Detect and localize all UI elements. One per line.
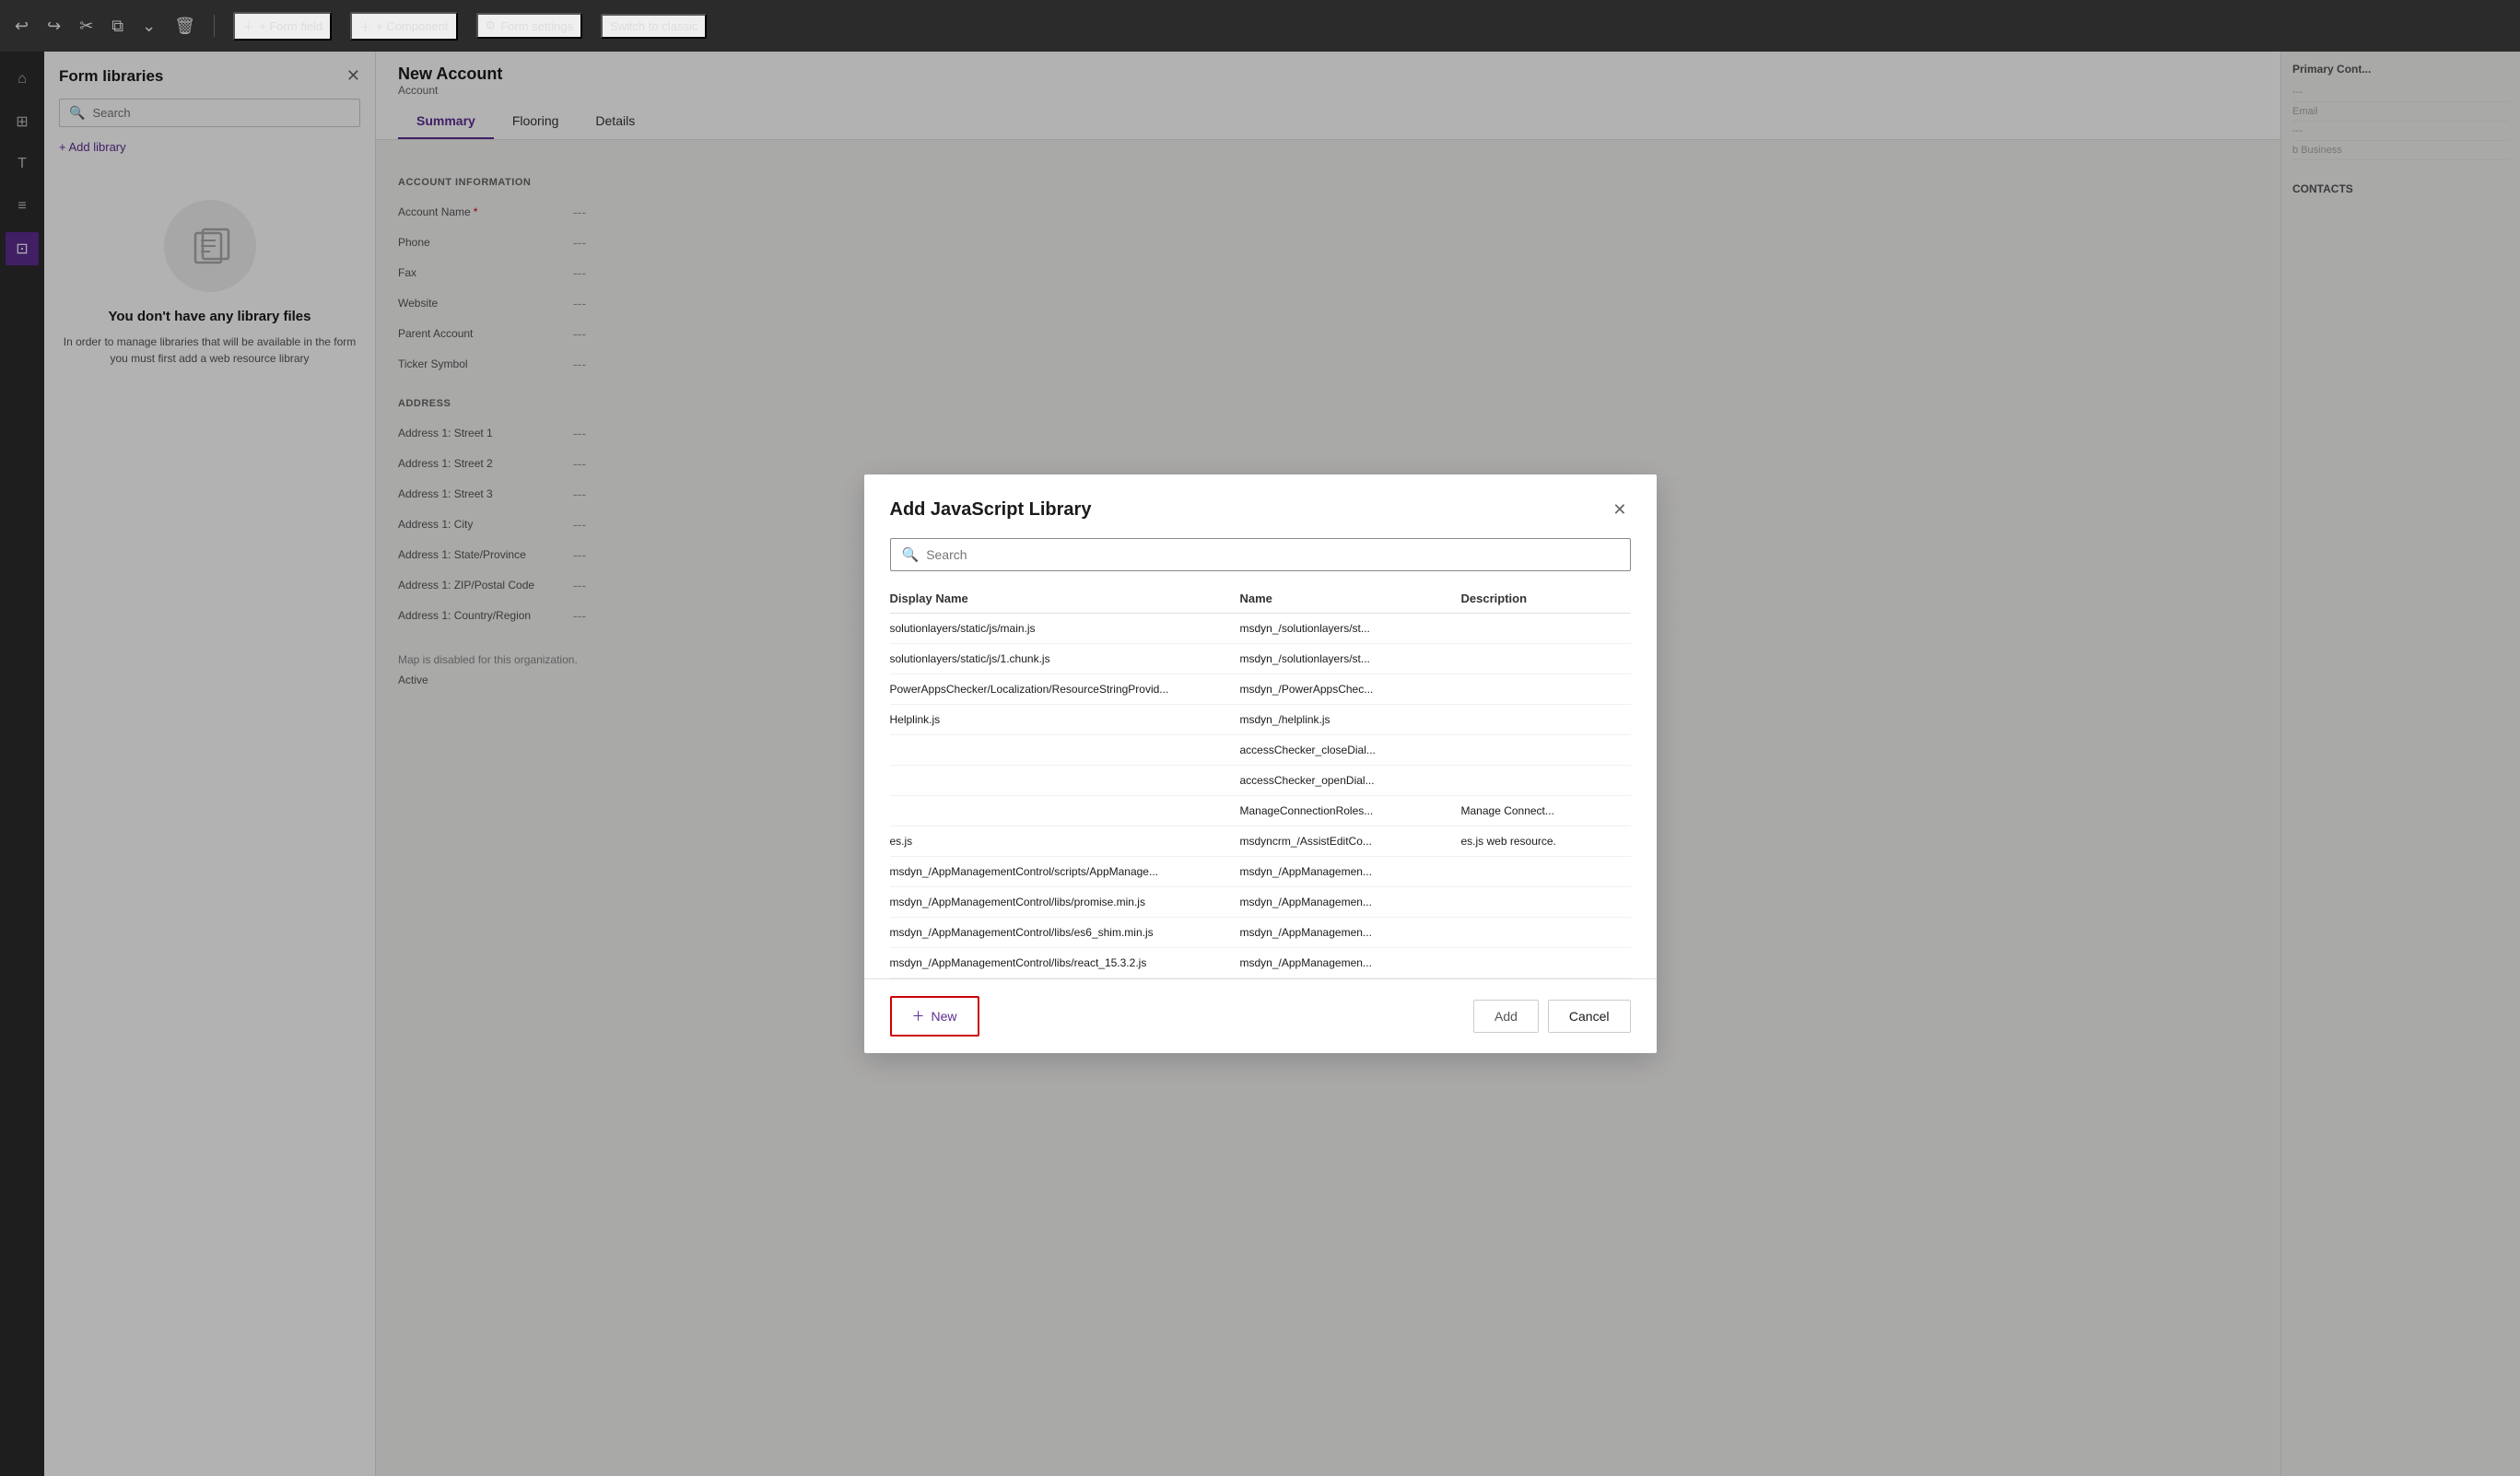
modal-title: Add JavaScript Library xyxy=(890,499,1092,521)
table-row[interactable]: msdyn_/AppManagementControl/libs/react_1… xyxy=(890,948,1631,978)
cancel-label: Cancel xyxy=(1569,1009,1610,1024)
cell-name: msdyn_/AppManagemen... xyxy=(1240,865,1461,878)
add-label: Add xyxy=(1494,1009,1518,1024)
cell-name: msdyn_/AppManagemen... xyxy=(1240,926,1461,939)
cell-display-name: PowerAppsChecker/Localization/ResourceSt… xyxy=(890,683,1240,696)
redo-icon[interactable]: ↪ xyxy=(47,17,61,36)
cell-description xyxy=(1461,865,1631,878)
add-button[interactable]: Add xyxy=(1473,1000,1539,1033)
new-button[interactable]: ＋ New xyxy=(890,996,979,1037)
arrow-down-icon[interactable]: ⌄ xyxy=(142,17,156,36)
plus-icon: ＋ xyxy=(242,18,254,35)
cell-display-name xyxy=(890,774,1240,787)
cell-display-name: msdyn_/AppManagementControl/libs/promise… xyxy=(890,896,1240,908)
cell-name: msdyn_/solutionlayers/st... xyxy=(1240,622,1461,635)
modal-overlay: Add JavaScript Library ✕ 🔍 Display Name … xyxy=(0,52,2520,1476)
cell-description xyxy=(1461,956,1631,969)
cell-display-name: msdyn_/AppManagementControl/libs/react_1… xyxy=(890,956,1240,969)
cell-name: msdyncrm_/AssistEditCo... xyxy=(1240,835,1461,848)
cell-display-name: es.js xyxy=(890,835,1240,848)
cell-name: msdyn_/AppManagemen... xyxy=(1240,956,1461,969)
modal-search-box[interactable]: 🔍 xyxy=(890,538,1631,571)
plus-icon-2: ＋ xyxy=(359,18,371,35)
table-row[interactable]: msdyn_/AppManagementControl/libs/promise… xyxy=(890,887,1631,918)
cell-description xyxy=(1461,774,1631,787)
cell-name: msdyn_/PowerAppsChec... xyxy=(1240,683,1461,696)
footer-right: Add Cancel xyxy=(1473,1000,1631,1033)
delete-icon[interactable]: 🗑 xyxy=(174,17,195,36)
table-row[interactable]: solutionlayers/static/js/main.js msdyn_/… xyxy=(890,614,1631,644)
modal-table-header: Display Name Name Description xyxy=(890,584,1631,614)
table-row[interactable]: solutionlayers/static/js/1.chunk.js msdy… xyxy=(890,644,1631,674)
col-header-display-name: Display Name xyxy=(890,592,1240,605)
toolbar: ↩ ↪ ✂ ⧉ ⌄ 🗑 ＋ + Form field ＋ + Component… xyxy=(0,0,2520,52)
cell-description xyxy=(1461,926,1631,939)
table-row[interactable]: accessChecker_openDial... xyxy=(890,766,1631,796)
cell-description xyxy=(1461,683,1631,696)
cell-description xyxy=(1461,713,1631,726)
table-row[interactable]: ManageConnectionRoles... Manage Connect.… xyxy=(890,796,1631,826)
table-row[interactable]: msdyn_/AppManagementControl/scripts/AppM… xyxy=(890,857,1631,887)
cell-display-name: solutionlayers/static/js/1.chunk.js xyxy=(890,652,1240,665)
cell-description xyxy=(1461,896,1631,908)
form-settings-label: Form settings xyxy=(500,19,573,33)
cell-display-name: msdyn_/AppManagementControl/libs/es6_shi… xyxy=(890,926,1240,939)
cell-description xyxy=(1461,744,1631,756)
col-header-name: Name xyxy=(1240,592,1461,605)
switch-classic-label: Switch to classic xyxy=(610,19,697,33)
table-row[interactable]: msdyn_/AppManagementControl/libs/es6_shi… xyxy=(890,918,1631,948)
cell-description xyxy=(1461,652,1631,665)
cell-name: msdyn_/solutionlayers/st... xyxy=(1240,652,1461,665)
cell-description: es.js web resource. xyxy=(1461,835,1631,848)
modal-table-body[interactable]: solutionlayers/static/js/main.js msdyn_/… xyxy=(890,614,1631,978)
add-js-library-modal: Add JavaScript Library ✕ 🔍 Display Name … xyxy=(864,474,1657,1053)
table-row[interactable]: PowerAppsChecker/Localization/ResourceSt… xyxy=(890,674,1631,705)
switch-classic-btn[interactable]: Switch to classic xyxy=(601,14,707,39)
toolbar-divider xyxy=(214,15,215,37)
form-field-label: + Form field xyxy=(259,19,322,33)
undo-icon[interactable]: ↩ xyxy=(15,17,29,36)
modal-search-input[interactable] xyxy=(926,547,1618,562)
form-settings-btn[interactable]: ⚙ Form settings xyxy=(476,13,582,39)
table-row[interactable]: accessChecker_closeDial... xyxy=(890,735,1631,766)
cell-name: msdyn_/helplink.js xyxy=(1240,713,1461,726)
copy-icon[interactable]: ⧉ xyxy=(111,17,123,36)
settings-icon: ⚙ xyxy=(486,18,497,33)
cell-name: ManageConnectionRoles... xyxy=(1240,804,1461,817)
cancel-button[interactable]: Cancel xyxy=(1548,1000,1631,1033)
form-field-btn[interactable]: ＋ + Form field xyxy=(233,12,332,41)
cell-name: msdyn_/AppManagemen... xyxy=(1240,896,1461,908)
cell-display-name: msdyn_/AppManagementControl/scripts/AppM… xyxy=(890,865,1240,878)
new-label: New xyxy=(932,1009,957,1024)
table-row[interactable]: Helplink.js msdyn_/helplink.js xyxy=(890,705,1631,735)
component-label: + Component xyxy=(376,19,448,33)
component-btn[interactable]: ＋ + Component xyxy=(350,12,457,41)
col-header-description: Description xyxy=(1461,592,1631,605)
cell-description xyxy=(1461,622,1631,635)
cell-display-name xyxy=(890,804,1240,817)
modal-table: Display Name Name Description solutionla… xyxy=(890,584,1631,978)
modal-search-icon: 🔍 xyxy=(902,546,920,563)
modal-header: Add JavaScript Library ✕ xyxy=(864,474,1657,538)
cell-name: accessChecker_openDial... xyxy=(1240,774,1461,787)
cell-display-name xyxy=(890,744,1240,756)
cell-description: Manage Connect... xyxy=(1461,804,1631,817)
cut-icon[interactable]: ✂ xyxy=(79,17,93,36)
new-plus-icon: ＋ xyxy=(912,1007,925,1025)
cell-name: accessChecker_closeDial... xyxy=(1240,744,1461,756)
table-row[interactable]: es.js msdyncrm_/AssistEditCo... es.js we… xyxy=(890,826,1631,857)
cell-display-name: solutionlayers/static/js/main.js xyxy=(890,622,1240,635)
cell-display-name: Helplink.js xyxy=(890,713,1240,726)
modal-footer: ＋ New Add Cancel xyxy=(864,978,1657,1053)
modal-close-button[interactable]: ✕ xyxy=(1609,497,1630,523)
